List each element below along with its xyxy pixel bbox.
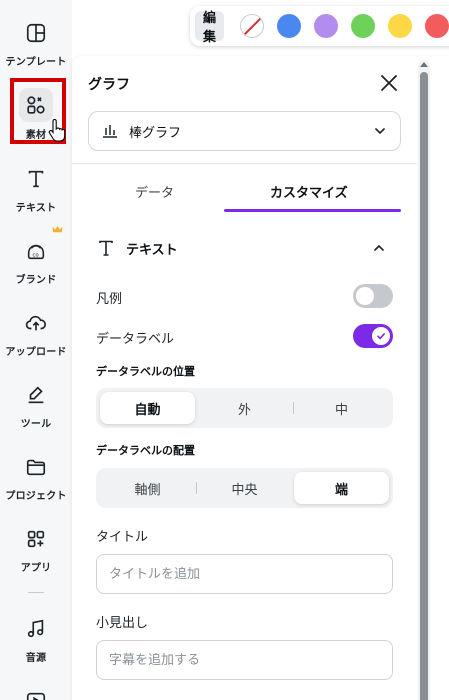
sidebar-item-apps[interactable]: アプリ [0, 526, 72, 574]
hand-cursor-icon [48, 119, 66, 142]
legend-label: 凡例 [96, 292, 123, 307]
title-field-label: タイトル [96, 530, 149, 545]
toggle-knob [356, 287, 374, 305]
tab-customize[interactable]: カスタマイズ [270, 182, 348, 201]
sidebar-item-label: 音源 [25, 653, 47, 664]
draw-tool-icon [23, 382, 49, 408]
chevron-up-icon[interactable] [372, 241, 386, 255]
folder-icon [23, 454, 49, 480]
label-position-inside[interactable]: 中 [294, 392, 389, 424]
color-swatch-purple[interactable] [314, 14, 339, 38]
text-t-icon [99, 240, 113, 256]
sidebar-item-label: ブランド [15, 275, 57, 286]
brand-icon: co [23, 238, 49, 264]
toggle-knob [372, 327, 390, 345]
label-position-outside[interactable]: 外 [197, 392, 292, 424]
sidebar-item-label: テキスト [15, 203, 57, 214]
apps-icon [23, 526, 49, 552]
chart-type-select[interactable]: 棒グラフ [88, 111, 401, 151]
sidebar-divider [28, 592, 44, 593]
label-alignment-segmented: 軸側 中央 端 [96, 468, 393, 508]
chart-panel: グラフ 棒グラフ データ カスタマイズ テキスト 凡例 データラベル データラベ… [72, 56, 449, 700]
music-icon [23, 616, 49, 642]
edit-colors-button[interactable]: 編集 [195, 11, 225, 45]
sidebar-item-brand[interactable]: co ブランド [0, 238, 72, 286]
panel-title: グラフ [88, 77, 130, 93]
video-icon [23, 688, 49, 700]
sidebar-item-label: ツール [20, 419, 52, 430]
label-position-title: データラベルの位置 [96, 365, 195, 378]
color-toolbar: 編集 [190, 6, 449, 46]
label-alignment-end[interactable]: 端 [294, 472, 389, 504]
bar-chart-icon [103, 125, 117, 138]
sidebar-item-label: アップロード [5, 347, 67, 358]
chart-type-value: 棒グラフ [129, 125, 182, 141]
data-label-toggle[interactable] [353, 324, 393, 348]
sidebar-item-label: プロジェクト [5, 491, 67, 502]
label-alignment-axis-side[interactable]: 軸側 [100, 472, 195, 504]
left-sidebar: テンプレート 素材 テキスト co ブランド アップロード ツール プロジェクト… [0, 0, 72, 700]
label-alignment-title: データラベルの配置 [96, 444, 195, 457]
color-swatch-red[interactable] [425, 14, 449, 38]
active-tab-indicator [224, 209, 401, 212]
color-swatch-yellow[interactable] [388, 14, 413, 38]
color-swatch-blue[interactable] [277, 14, 302, 38]
sidebar-item-projects[interactable]: プロジェクト [0, 454, 72, 502]
scrollbar-thumb[interactable] [420, 72, 428, 700]
close-icon[interactable] [378, 72, 400, 94]
sidebar-item-uploads[interactable]: アップロード [0, 310, 72, 358]
text-section-header[interactable]: テキスト [96, 238, 178, 258]
crown-icon [52, 225, 63, 233]
color-swatch-green[interactable] [351, 14, 376, 38]
sidebar-item-tools[interactable]: ツール [0, 382, 72, 430]
data-label-label: データラベル [96, 332, 175, 347]
text-icon [23, 166, 49, 192]
no-color-swatch[interactable] [240, 14, 265, 38]
chevron-down-icon [375, 128, 385, 135]
svg-text:co: co [32, 253, 39, 259]
label-position-auto[interactable]: 自動 [100, 392, 195, 424]
subtitle-input[interactable] [96, 640, 393, 680]
panel-scrollbar[interactable] [418, 60, 430, 700]
scroll-up-arrow-icon[interactable] [420, 62, 428, 67]
sidebar-item-label: アプリ [20, 563, 52, 574]
label-position-segmented: 自動 外 中 [96, 388, 393, 428]
tabs-divider [72, 163, 417, 164]
sidebar-item-label: テンプレート [5, 57, 67, 68]
subtitle-field-label: 小見出し [96, 616, 149, 631]
sidebar-item-text[interactable]: テキスト [0, 166, 72, 214]
template-icon [23, 20, 49, 46]
upload-icon [23, 310, 49, 336]
sidebar-item-video[interactable] [0, 688, 72, 700]
sidebar-item-audio[interactable]: 音源 [0, 616, 72, 664]
label-alignment-center[interactable]: 中央 [197, 472, 292, 504]
check-icon [377, 333, 385, 340]
section-title: テキスト [126, 242, 178, 258]
tab-data[interactable]: データ [135, 182, 174, 201]
sidebar-item-templates[interactable]: テンプレート [0, 20, 72, 68]
legend-toggle[interactable] [353, 284, 393, 308]
title-input[interactable] [96, 554, 393, 594]
